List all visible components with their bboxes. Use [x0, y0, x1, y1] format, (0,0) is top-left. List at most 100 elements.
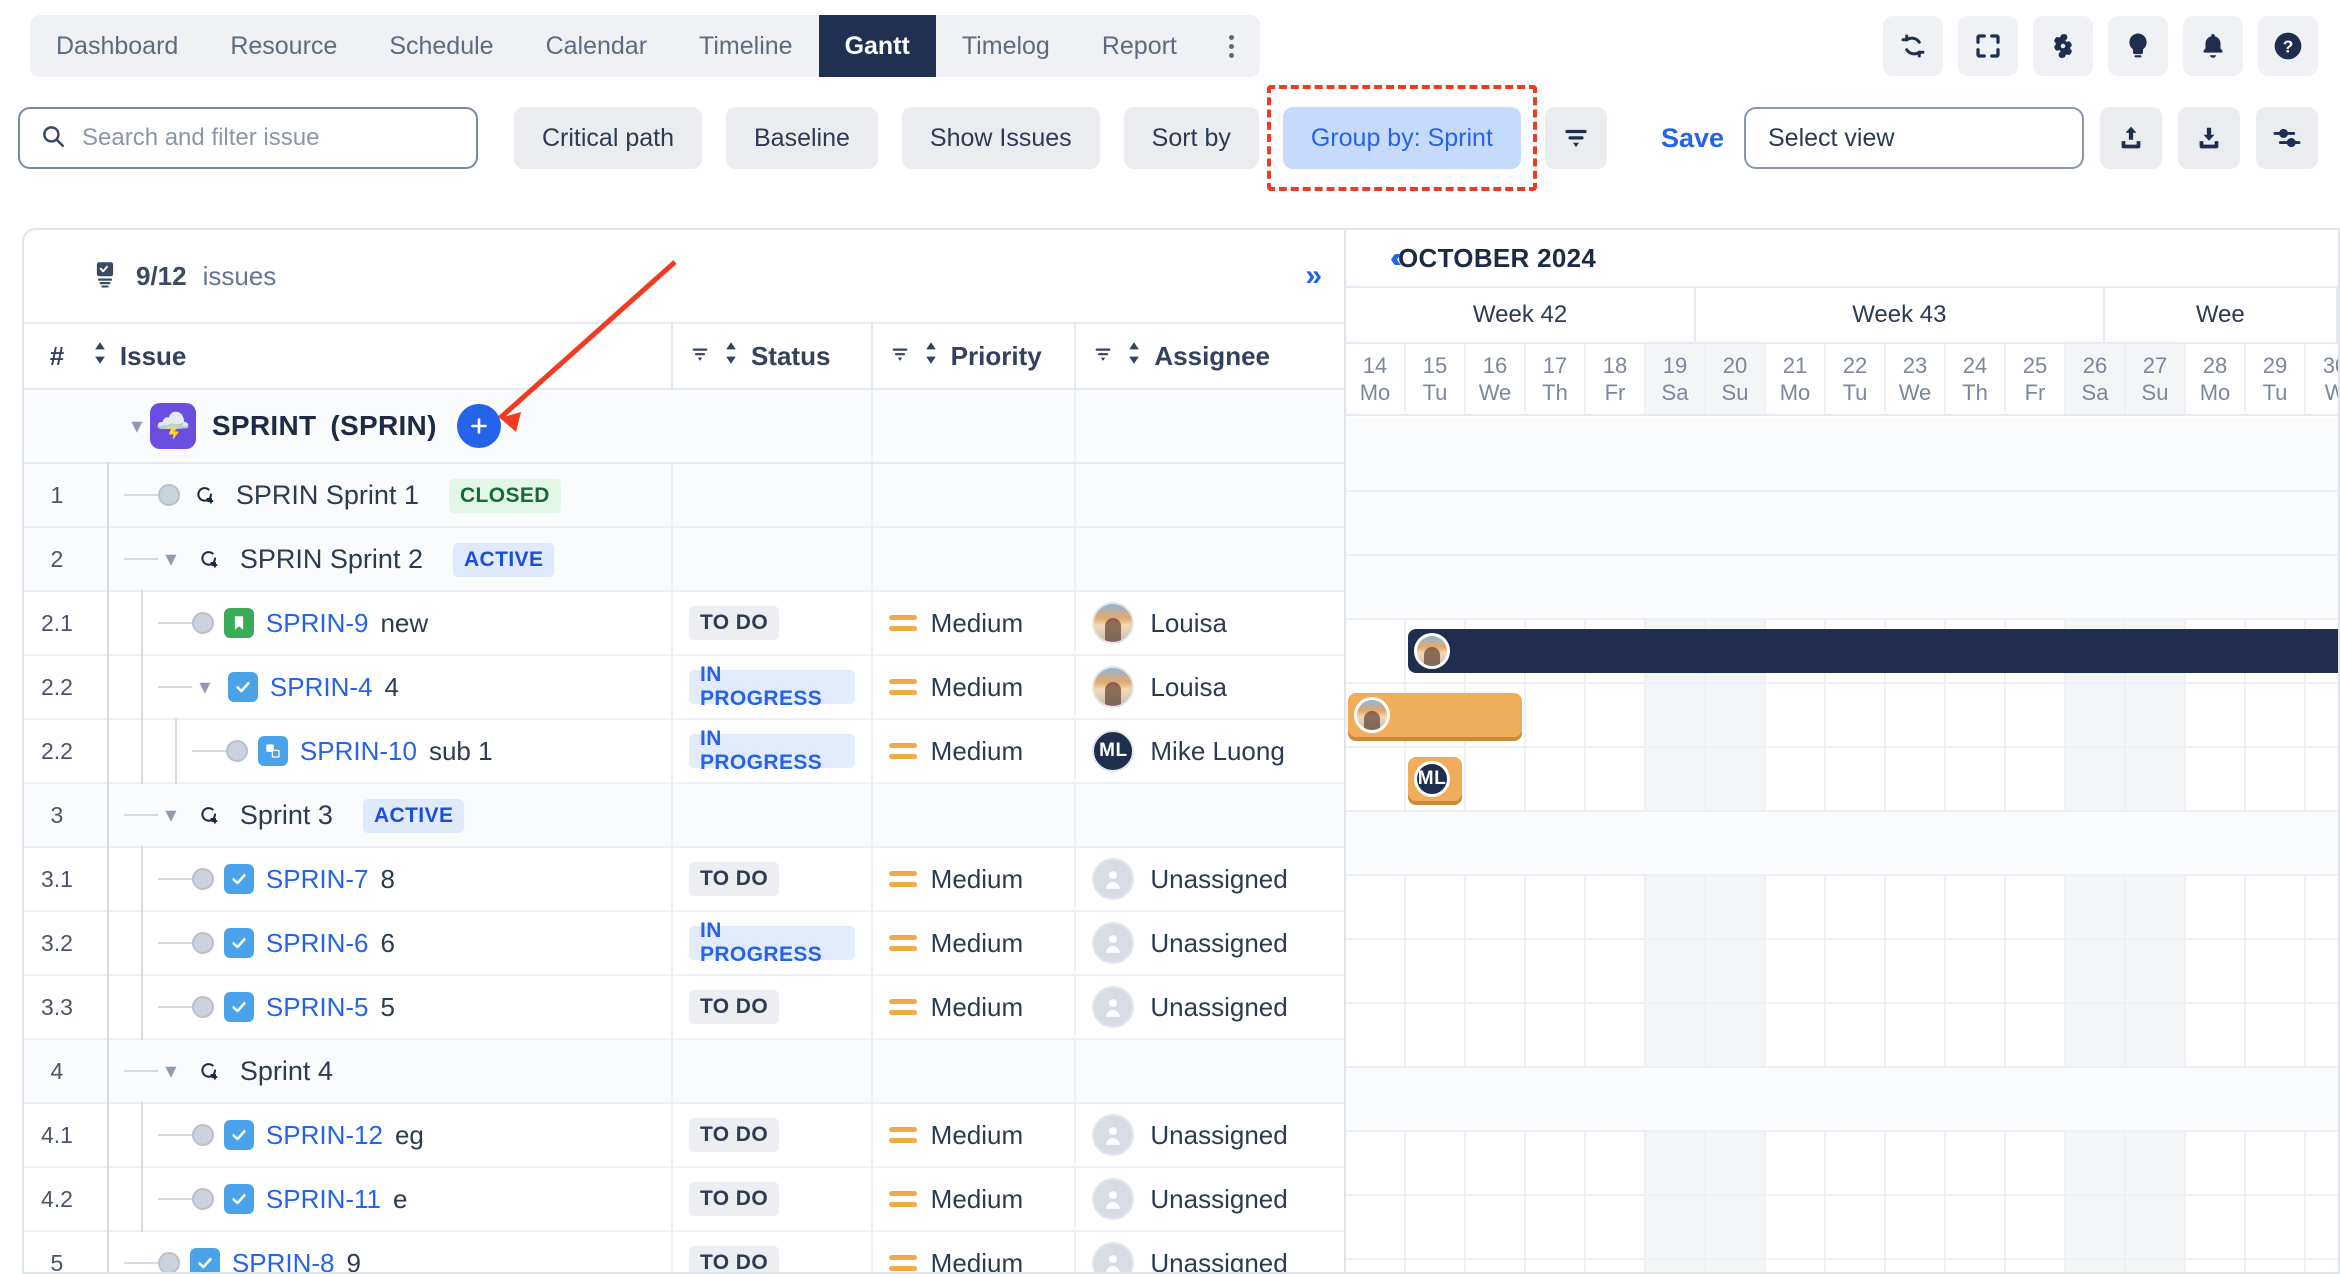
bell-icon-button[interactable] [2183, 16, 2243, 76]
issue-key-link[interactable]: SPRIN-8 [232, 1248, 335, 1274]
search-input[interactable] [82, 124, 456, 152]
status-cell[interactable]: TO DO [673, 848, 873, 910]
status-cell[interactable]: TO DO [673, 976, 873, 1038]
assignee-cell[interactable]: Unassigned [1076, 1104, 1344, 1166]
assignee-cell[interactable]: Louisa [1076, 656, 1344, 718]
assignee-cell[interactable] [1076, 464, 1344, 526]
assignee-cell[interactable] [1076, 784, 1344, 846]
issue-key-link[interactable]: SPRIN-11 [266, 1184, 381, 1215]
chevron-down-icon[interactable]: ▾ [124, 413, 150, 439]
table-row[interactable]: 1SPRIN Sprint 1CLOSED [24, 464, 1344, 528]
baseline-button[interactable]: Baseline [726, 107, 878, 169]
tree-node-knob[interactable] [226, 740, 248, 762]
nav-tab-resource[interactable]: Resource [204, 15, 363, 77]
filter-icon[interactable] [889, 341, 911, 372]
filter-icon[interactable] [689, 341, 711, 372]
priority-cell[interactable] [873, 464, 1077, 526]
assignee-cell[interactable]: Louisa [1076, 592, 1344, 654]
gantt-bar[interactable] [1348, 693, 1522, 737]
nav-tab-dashboard[interactable]: Dashboard [30, 15, 204, 77]
status-cell[interactable]: TO DO [673, 1104, 873, 1166]
critical-path-button[interactable]: Critical path [514, 107, 702, 169]
priority-cell[interactable] [873, 528, 1077, 590]
table-row[interactable]: 5SPRIN-89TO DOMediumUnassigned [24, 1232, 1344, 1274]
column-header-priority[interactable]: Priority [873, 324, 1077, 388]
fullscreen-icon-button[interactable] [1958, 16, 2018, 76]
sort-icon[interactable] [721, 341, 741, 372]
tree-node-knob[interactable] [192, 932, 214, 954]
tree-node-knob[interactable] [192, 612, 214, 634]
chevron-down-icon[interactable]: ▾ [158, 802, 184, 828]
sort-by-button[interactable]: Sort by [1124, 107, 1259, 169]
status-cell[interactable] [673, 1040, 873, 1102]
priority-cell[interactable]: Medium [873, 1104, 1077, 1166]
assignee-cell[interactable]: Unassigned [1076, 1232, 1344, 1274]
gear-icon-button[interactable] [2033, 16, 2093, 76]
assignee-cell[interactable] [1076, 1040, 1344, 1102]
table-row[interactable]: 2.2SPRIN-10sub 1IN PROGRESSMediumMLMike … [24, 720, 1344, 784]
chevron-down-icon[interactable]: ▾ [158, 546, 184, 572]
priority-cell[interactable]: Medium [873, 656, 1077, 718]
priority-cell[interactable]: Medium [873, 976, 1077, 1038]
tree-node-knob[interactable] [192, 1124, 214, 1146]
assignee-cell[interactable]: Unassigned [1076, 912, 1344, 974]
status-cell[interactable]: IN PROGRESS [673, 656, 873, 718]
assignee-cell[interactable]: Unassigned [1076, 848, 1344, 910]
chevron-double-left-icon[interactable]: ‹‹ [1390, 242, 1395, 274]
chevron-down-icon[interactable]: ▾ [192, 674, 218, 700]
priority-cell[interactable]: Medium [873, 848, 1077, 910]
tree-node-knob[interactable] [158, 1252, 180, 1274]
column-header-status[interactable]: Status [673, 324, 873, 388]
sort-icon[interactable] [1124, 341, 1144, 372]
table-row[interactable]: 3.2SPRIN-66IN PROGRESSMediumUnassigned [24, 912, 1344, 976]
assignee-cell[interactable] [1076, 528, 1344, 590]
priority-cell[interactable] [873, 1040, 1077, 1102]
download-icon-button[interactable] [2178, 107, 2240, 169]
issue-key-link[interactable]: SPRIN-6 [266, 928, 369, 959]
table-row[interactable]: 2.2▾SPRIN-44IN PROGRESSMediumLouisa [24, 656, 1344, 720]
table-row[interactable]: 4.2SPRIN-11eTO DOMediumUnassigned [24, 1168, 1344, 1232]
gantt-bar[interactable] [1408, 629, 2338, 673]
add-issue-button[interactable] [457, 404, 501, 448]
table-row[interactable]: 2▾SPRIN Sprint 2ACTIVE [24, 528, 1344, 592]
sort-icon[interactable] [921, 341, 941, 372]
sort-icon[interactable] [90, 341, 110, 372]
sliders-icon-button[interactable] [2256, 107, 2318, 169]
tree-node-knob[interactable] [192, 868, 214, 890]
help-icon-button[interactable]: ? [2258, 16, 2318, 76]
table-row[interactable]: 3.1SPRIN-78TO DOMediumUnassigned [24, 848, 1344, 912]
save-view-link[interactable]: Save [1661, 123, 1724, 154]
filter-icon-button[interactable] [1545, 107, 1607, 169]
table-row[interactable]: 4▾Sprint 4 [24, 1040, 1344, 1104]
table-row[interactable]: 2.1SPRIN-9newTO DOMediumLouisa [24, 592, 1344, 656]
priority-cell[interactable] [873, 784, 1077, 846]
kebab-menu-icon[interactable] [1203, 15, 1260, 77]
status-cell[interactable] [673, 528, 873, 590]
issue-key-link[interactable]: SPRIN-12 [266, 1120, 383, 1151]
filter-icon[interactable] [1092, 341, 1114, 372]
tree-node-knob[interactable] [192, 1188, 214, 1210]
issue-key-link[interactable]: SPRIN-9 [266, 608, 369, 639]
nav-tab-gantt[interactable]: Gantt [819, 15, 936, 77]
status-cell[interactable]: IN PROGRESS [673, 912, 873, 974]
issue-key-link[interactable]: SPRIN-7 [266, 864, 369, 895]
table-row[interactable]: 4.1SPRIN-12egTO DOMediumUnassigned [24, 1104, 1344, 1168]
table-row[interactable]: 3▾Sprint 3ACTIVE [24, 784, 1344, 848]
search-and-filter-box[interactable] [18, 107, 478, 169]
tree-node-knob[interactable] [192, 996, 214, 1018]
assignee-cell[interactable]: Unassigned [1076, 1168, 1344, 1230]
select-view-dropdown[interactable]: Select view [1744, 107, 2084, 169]
nav-tab-timelog[interactable]: Timelog [936, 15, 1076, 77]
issue-key-link[interactable]: SPRIN-5 [266, 992, 369, 1023]
nav-tab-report[interactable]: Report [1076, 15, 1203, 77]
tree-node-knob[interactable] [158, 484, 180, 506]
nav-tab-calendar[interactable]: Calendar [520, 15, 673, 77]
assignee-cell[interactable]: MLMike Luong [1076, 720, 1344, 782]
priority-cell[interactable]: Medium [873, 912, 1077, 974]
nav-tab-schedule[interactable]: Schedule [363, 15, 519, 77]
show-issues-button[interactable]: Show Issues [902, 107, 1100, 169]
assignee-cell[interactable]: Unassigned [1076, 976, 1344, 1038]
gantt-bar[interactable]: ML [1408, 757, 1462, 801]
priority-cell[interactable]: Medium [873, 592, 1077, 654]
chevron-down-icon[interactable]: ▾ [158, 1058, 184, 1084]
